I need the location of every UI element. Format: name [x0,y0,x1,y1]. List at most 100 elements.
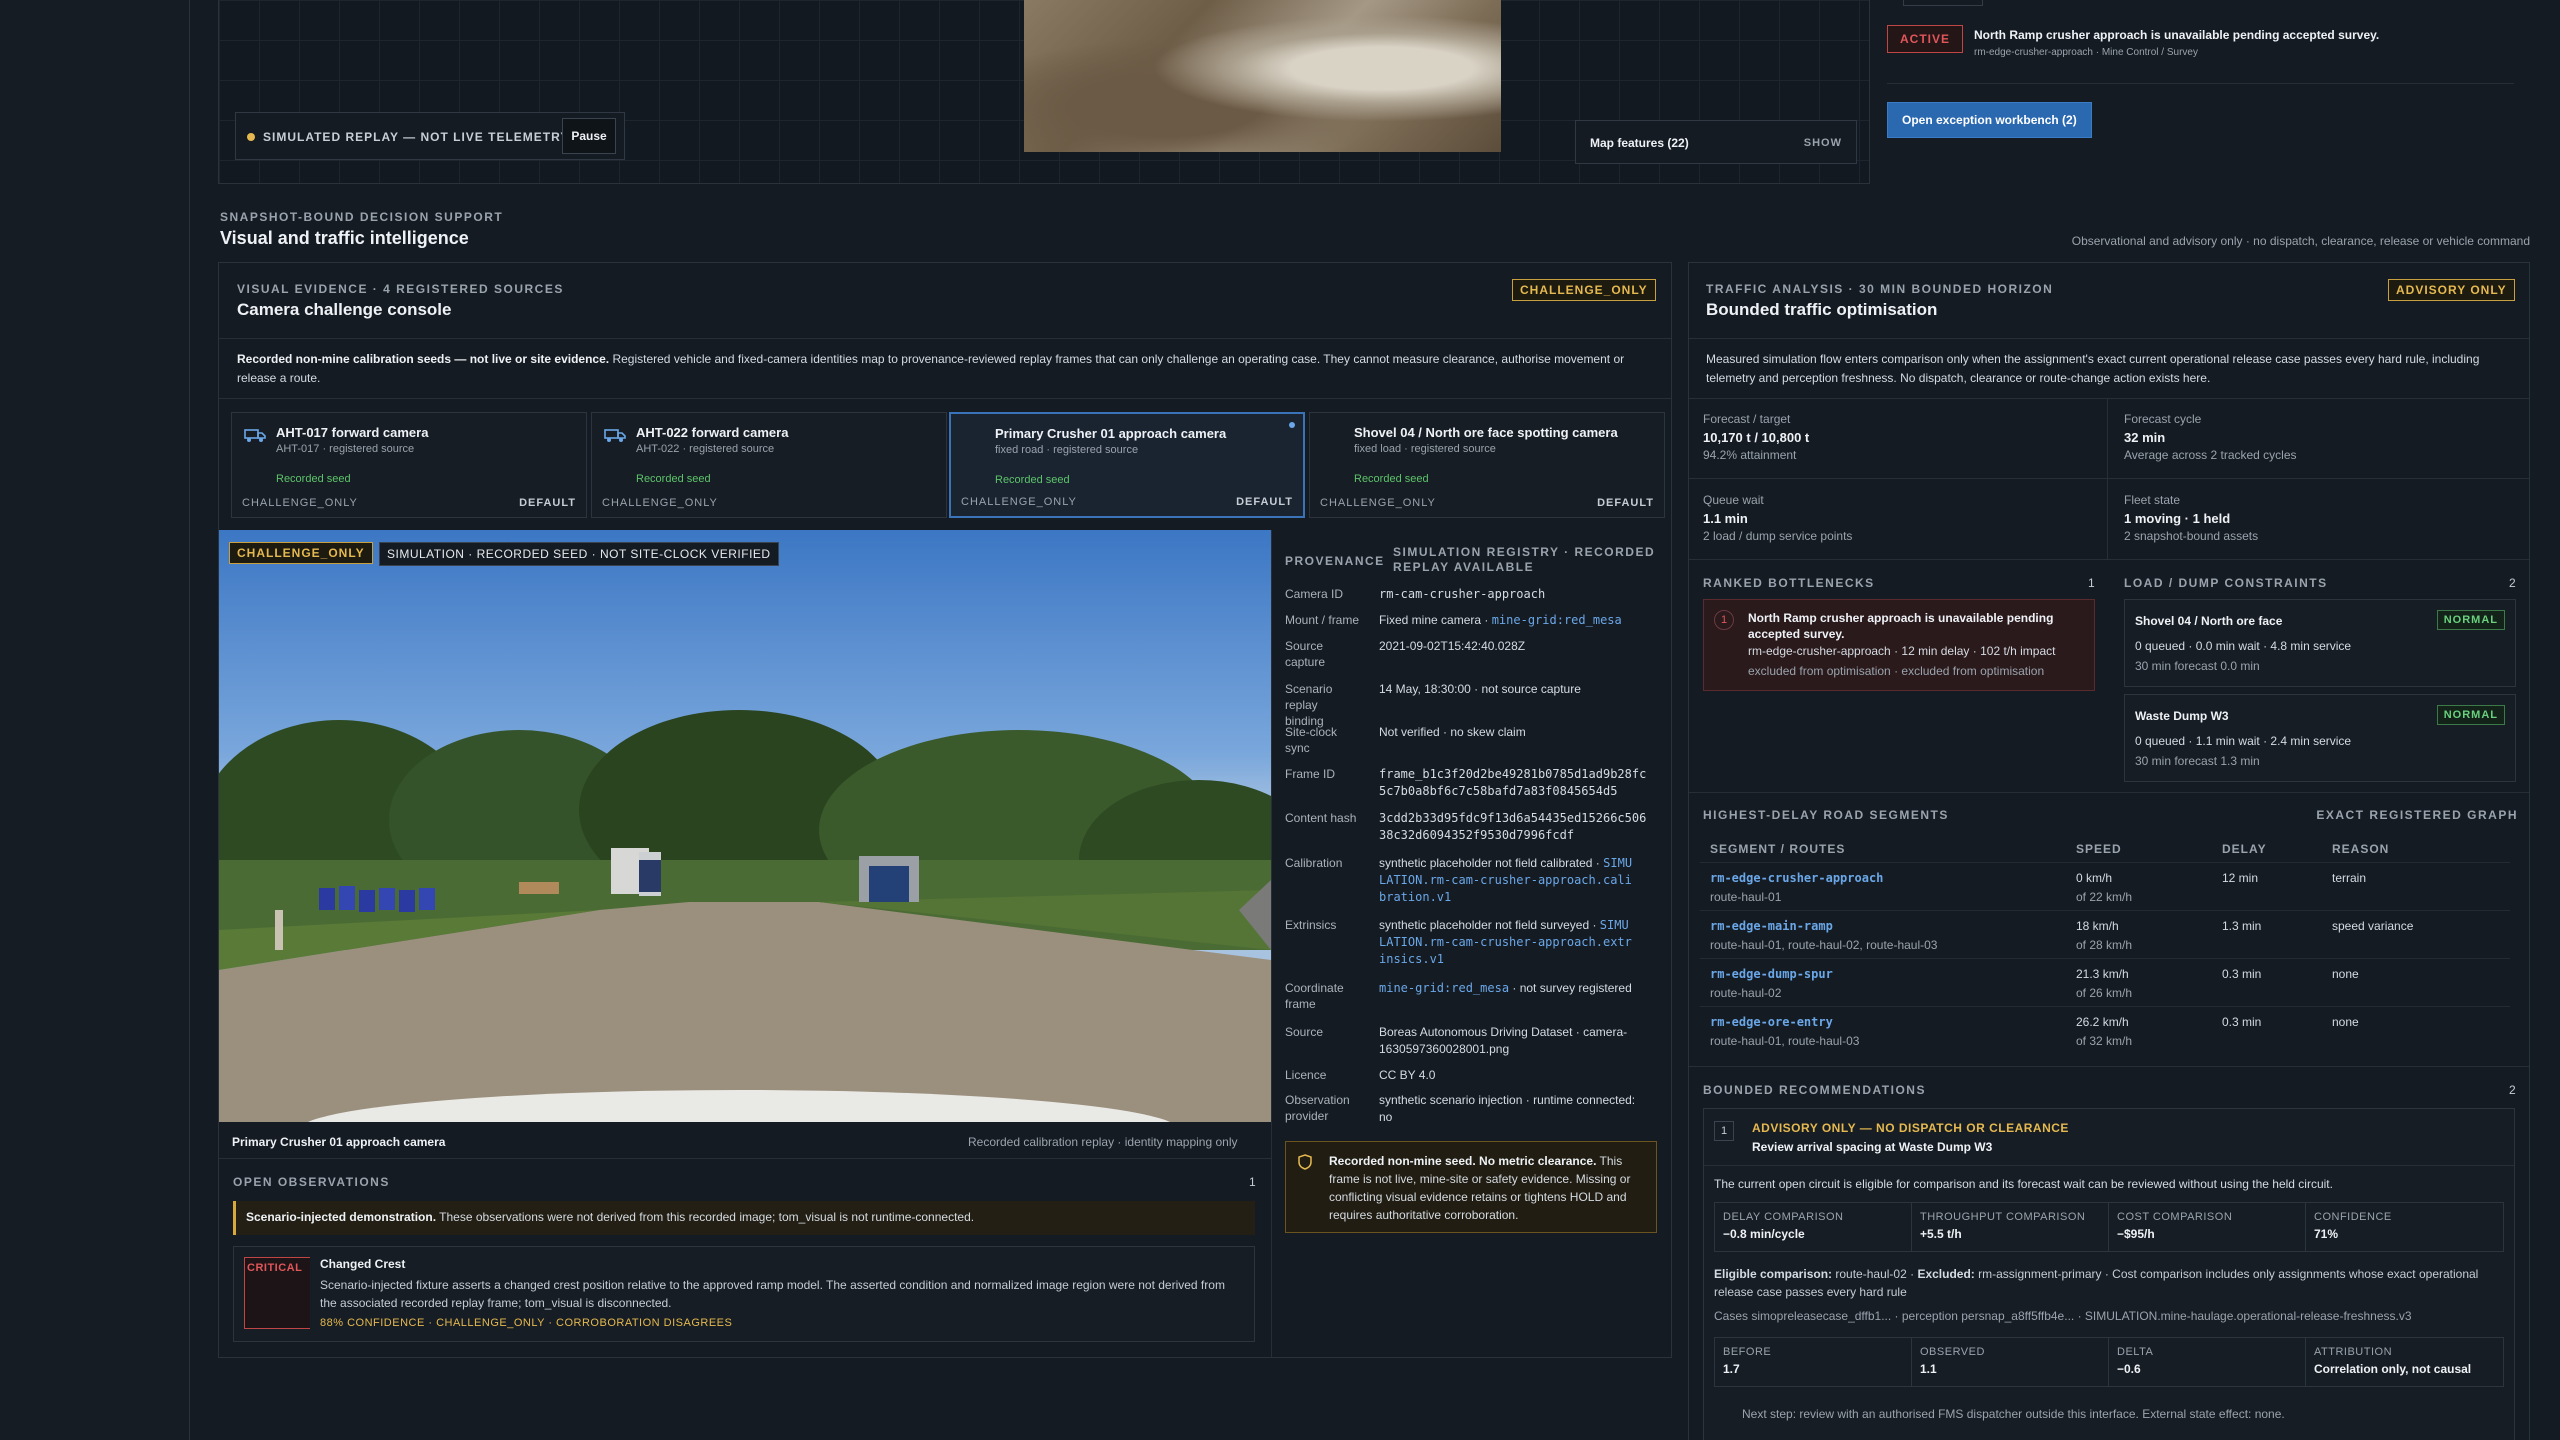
bottleneck-line: rm-edge-crusher-approach · 12 min delay … [1748,644,2056,658]
segment-id[interactable]: rm-edge-dump-spur [1710,967,1833,981]
camera-frame[interactable]: CHALLENGE_ONLY SIMULATION · RECORDED SEE… [219,530,1271,1122]
camera-card-aht-022[interactable]: AHT-022 forward camera AHT-022 · registe… [591,412,947,518]
prov-label: Site-clock sync [1285,725,1338,755]
prov-link[interactable]: mine-grid:red_mesa [1379,981,1509,995]
observation-item[interactable]: CRITICAL Changed Crest Scenario-injected… [233,1246,1255,1342]
segment-row[interactable]: rm-edge-crusher-approach route-haul-01 0… [1700,862,2510,910]
visual-title: Camera challenge console [237,300,452,319]
camera-default: DEFAULT [1597,497,1654,509]
observation-text: Scenario-injected fixture asserts a chan… [320,1278,1225,1310]
prov-label: Source [1285,1025,1324,1039]
outcome-label: ATTRIBUTION [2314,1346,2393,1358]
truck-icon [604,429,626,442]
prov-label: Calibration [1285,856,1343,870]
prov-value: 2021-09-02T15:42:40.028Z [1379,639,1526,653]
collapsed-item [1903,0,1983,6]
segment-routes: route-haul-01 [1710,890,1782,904]
segment-speed: 26.2 km/h [2076,1015,2129,1029]
banner-text: These observations were not derived from… [439,1210,975,1224]
metric-forecast-target: Forecast / target 10,170 t / 10,800 t 94… [1703,412,1809,462]
provenance-registry: SIMULATION REGISTRY · RECORDED REPLAY AV… [1393,545,1656,574]
map-panel: SIMULATED REPLAY — NOT LIVE TELEMETRY Pa… [218,0,1870,184]
segment-id[interactable]: rm-edge-crusher-approach [1710,871,1883,885]
divider [1689,1066,2529,1067]
frame-simulation-tag: SIMULATION · RECORDED SEED · NOT SITE-CL… [379,542,779,566]
metric-value: 10,170 t / 10,800 t [1703,430,1810,445]
divider [1689,338,2529,339]
map-features-toggle[interactable]: Map features (22) SHOW [1575,120,1857,164]
outcome-value: 1.1 [1920,1362,1937,1376]
exception-active-tag: ACTIVE [1887,25,1964,53]
shield-icon [1298,1154,1312,1170]
bottleneck-sub: excluded from optimisation · excluded fr… [1748,664,2045,678]
comparison-value: +5.5 t/h [1920,1227,1962,1241]
outcome-value: 1.7 [1723,1362,1740,1376]
satellite-map-image[interactable] [1024,0,1501,152]
segment-delay: 1.3 min [2222,919,2262,933]
prov-value[interactable]: 3cdd2b33d95fdc9f13d6a54435ed15266c50638c… [1379,810,1651,844]
outcome-label: OBSERVED [1920,1346,1985,1358]
outcome-value: Correlation only, not causal [2314,1362,2472,1376]
recommendation-card[interactable]: 1 ADVISORY ONLY — NO DISPATCH OR CLEARAN… [1703,1108,2515,1440]
prov-value: synthetic placeholder not field surveyed… [1379,917,1634,968]
camera-name: AHT-017 forward camera [276,425,429,440]
camera-card-aht-017[interactable]: AHT-017 forward camera AHT-017 · registe… [231,412,587,518]
camera-name: AHT-022 forward camera [636,425,789,440]
observation-meta: 88% CONFIDENCE · CHALLENGE_ONLY · CORROB… [320,1317,733,1329]
metric-queue-wait: Queue wait 1.1 min 2 load / dump service… [1703,493,1852,543]
divider [2107,399,2108,559]
camera-card-shovel-04[interactable]: Shovel 04 / North ore face spotting came… [1309,412,1665,518]
segment-row[interactable]: rm-edge-main-ramp route-haul-01, route-h… [1700,910,2510,958]
camera-challenge: CHALLENGE_ONLY [602,497,718,509]
segment-row[interactable]: rm-edge-dump-spur route-haul-02 21.3 km/… [1700,958,2510,1006]
comparison-value: 71% [2314,1227,2339,1241]
eligible-label: Eligible comparison: [1714,1267,1833,1281]
advisory-label: ADVISORY ONLY — NO DISPATCH OR CLEARANCE [1752,1121,2069,1135]
constraint-status: NORMAL [2436,610,2505,630]
constraint-shovel-04[interactable]: Shovel 04 / North ore face NORMAL 0 queu… [2124,599,2516,687]
replay-status-dot-icon [247,133,255,141]
prov-value: mine-grid:red_mesa · not survey register… [1379,980,1679,997]
prov-value[interactable]: rm-cam-crusher-approach [1379,586,1629,603]
metric-fleet-state: Fleet state 1 moving · 1 held 2 snapshot… [2124,493,2258,543]
prov-link[interactable]: mine-grid:red_mesa [1492,613,1622,627]
constraint-waste-dump-w3[interactable]: Waste Dump W3 NORMAL 0 queued · 1.1 min … [2124,694,2516,782]
prov-value: synthetic scenario injection · runtime c… [1379,1093,1636,1124]
metric-label: Forecast / target [1703,412,1791,426]
map-features-label: Map features (22) [1590,136,1689,150]
divider [1689,398,2529,399]
segment-delay: 12 min [2222,871,2259,885]
segments-graph: EXACT REGISTERED GRAPH [2316,808,2518,822]
segment-routes: route-haul-01, route-haul-03 [1710,1034,1860,1048]
pause-button[interactable]: Pause [562,118,616,154]
open-exception-workbench-button[interactable]: Open exception workbench (2) [1887,102,2092,138]
segment-delay: 0.3 min [2222,1015,2262,1029]
segment-id[interactable]: rm-edge-ore-entry [1710,1015,1833,1029]
divider [219,1158,1271,1159]
metric-sub: 2 load / dump service points [1703,529,1853,543]
camera-seed-status: Recorded seed [1354,473,1429,485]
next-step: Next step: review with an authorised FMS… [1742,1407,2285,1421]
comparison-value: −$95/h [2117,1227,2155,1241]
segment-id[interactable]: rm-edge-main-ramp [1710,919,1833,933]
bottleneck-item[interactable]: 1 North Ramp crusher approach is unavail… [1703,599,2095,691]
comparison-throughput: THROUGHPUT COMPARISON +5.5 t/h [1912,1203,2109,1251]
segment-speed: 0 km/h [2076,871,2113,885]
segment-row[interactable]: rm-edge-ore-entry route-haul-01, route-h… [1700,1006,2510,1054]
metric-label: Queue wait [1703,493,1764,507]
frame-caption: Primary Crusher 01 approach camera [232,1135,446,1149]
segment-routes: route-haul-01, route-haul-02, route-haul… [1710,938,1938,952]
segment-reason: terrain [2332,871,2367,885]
segment-delay: 0.3 min [2222,967,2262,981]
simulated-replay-label: SIMULATED REPLAY — NOT LIVE TELEMETRY [263,130,570,144]
camera-seed-status: Recorded seed [995,474,1070,486]
bottlenecks-count: 1 [2088,576,2095,590]
prov-value[interactable]: frame_b1c3f20d2be49281b0785d1ad9b28fc5c7… [1379,766,1651,800]
divider [1271,530,1272,1357]
prov-label: Scenario replay binding [1285,682,1333,728]
metric-value: 32 min [2124,430,2166,445]
observations-count: 1 [1249,1175,1256,1189]
constraint-line: 0 queued · 0.0 min wait · 4.8 min servic… [2135,639,2352,653]
camera-card-primary-crusher[interactable]: Primary Crusher 01 approach camera fixed… [949,412,1305,518]
advisory-only-tag: ADVISORY ONLY [2388,279,2515,301]
